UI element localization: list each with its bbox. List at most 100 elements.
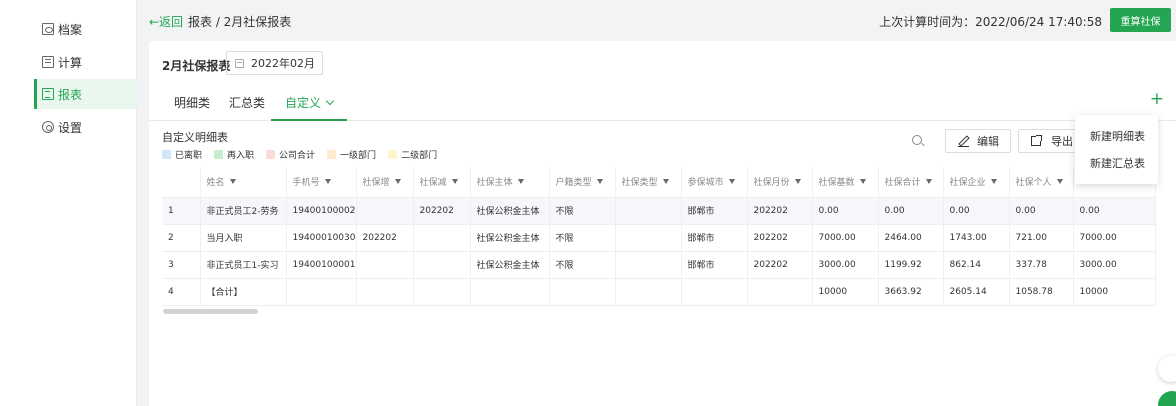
table-cell: [615, 277, 682, 306]
sort-caret-icon: [794, 179, 801, 185]
table-cell: 3000.00: [1073, 250, 1156, 278]
table-cell: 3: [162, 250, 201, 278]
column-header[interactable]: 社保月份: [747, 167, 813, 197]
legend-swatch: [327, 150, 337, 159]
table-cell: 社保公积金主体: [470, 223, 550, 251]
last-calc-time: 上次计算时间为：2022/06/24 17:40:58: [879, 15, 1102, 29]
custom-report-table: 姓名 手机号 社保增 社保减 社保主体 户籍类型 社保类型 参保城市 社保月份 …: [162, 167, 1156, 306]
month-picker[interactable]: 2022年02月: [226, 51, 323, 75]
column-header[interactable]: 社保合计: [878, 167, 944, 197]
sidebar-item-label: 设置: [58, 120, 83, 135]
table-cell: [356, 277, 414, 306]
table-cell: 2: [162, 223, 201, 251]
column-header[interactable]: 社保企业: [943, 167, 1010, 197]
sidebar-item-label: 档案: [58, 22, 83, 37]
table-cell: [615, 223, 682, 251]
column-header[interactable]: 参保城市: [681, 167, 748, 197]
table-cell: 1: [162, 196, 201, 224]
recalculate-button[interactable]: 重算社保: [1110, 8, 1171, 32]
sidebar-item-settings[interactable]: 设置: [34, 112, 137, 142]
legend-label: 一级部门: [340, 151, 377, 161]
column-header[interactable]: 社保类型: [615, 167, 682, 197]
gear-icon: [42, 121, 54, 133]
table-cell: 1743.00: [943, 223, 1010, 251]
sort-caret-icon: [925, 179, 932, 185]
tab-summary[interactable]: 汇总类: [229, 94, 265, 121]
tab-custom[interactable]: 自定义: [271, 94, 348, 121]
table-cell: 19400100002: [286, 196, 357, 224]
column-header[interactable]: 社保个人: [1009, 167, 1074, 197]
sort-caret-icon: [394, 179, 401, 185]
table-cell: 19400100001: [286, 250, 357, 278]
add-icon[interactable]: +: [1150, 91, 1164, 108]
table-cell: 邯郸市: [681, 250, 748, 278]
chevron-down-icon: [325, 96, 335, 106]
table-cell: 0.00: [812, 196, 879, 224]
table-cell: [286, 277, 357, 306]
calculator-icon: [42, 56, 54, 68]
table-cell: 不限: [549, 223, 616, 251]
export-icon: [1031, 135, 1042, 146]
table-cell: 1199.92: [878, 250, 944, 278]
table-cell: 202202: [356, 223, 414, 251]
table-cell: 202202: [413, 196, 471, 224]
table-cell: 202202: [747, 223, 813, 251]
horizontal-scrollbar[interactable]: [163, 309, 258, 314]
back-link[interactable]: ←返回: [149, 13, 183, 30]
legend-swatch: [162, 150, 171, 159]
table-cell: 19400010030: [286, 223, 357, 251]
new-table-dropdown: 新建明细表 新建汇总表: [1075, 115, 1158, 184]
table-cell: 社保公积金主体: [470, 196, 550, 224]
tab-detail[interactable]: 明细类: [174, 94, 210, 121]
table-cell: 4: [162, 277, 201, 306]
sidebar: 档案 计算 报表 设置: [0, 0, 137, 406]
sort-caret-icon: [859, 179, 866, 185]
column-header[interactable]: 手机号: [286, 167, 357, 197]
table-row[interactable]: 3 非正式员工1-实习 19400100001 社保公积金主体 不限 邯郸市 2…: [162, 250, 1156, 278]
sort-caret-icon: [662, 179, 669, 185]
new-detail-table-item[interactable]: 新建明细表: [1075, 123, 1158, 150]
export-button[interactable]: 导出: [1018, 129, 1078, 153]
table-cell: 10000: [812, 277, 879, 306]
sort-caret-icon: [1056, 179, 1063, 185]
table-cell: [615, 250, 682, 278]
breadcrumb: 报表 / 2月社保报表: [188, 15, 292, 29]
table-cell: [413, 223, 471, 251]
sidebar-item-report[interactable]: 报表: [34, 79, 137, 109]
new-summary-table-item[interactable]: 新建汇总表: [1075, 150, 1158, 177]
sidebar-item-calculate[interactable]: 计算: [34, 47, 137, 77]
table-row-total[interactable]: 4 【合计】 10000 3663.92 2605.14 1058.78 100…: [162, 277, 1156, 306]
column-header[interactable]: 社保减: [413, 167, 471, 197]
edit-button[interactable]: 编辑: [945, 129, 1011, 153]
section-title: 自定义明细表: [162, 131, 228, 144]
column-header[interactable]: 姓名: [200, 167, 287, 197]
table-cell: 2605.14: [943, 277, 1010, 306]
table-cell: 【合计】: [200, 277, 287, 306]
table-row[interactable]: 1 非正式员工2-劳务 19400100002 202202 社保公积金主体 不…: [162, 196, 1156, 224]
table-cell: [747, 277, 813, 306]
table-cell: [356, 250, 414, 278]
table-cell: 0.00: [1073, 196, 1156, 224]
table-cell: 862.14: [943, 250, 1010, 278]
table-row[interactable]: 2 当月入职 19400010030 202202 社保公积金主体 不限 邯郸市…: [162, 223, 1156, 251]
legend-item: 公司合计: [266, 148, 315, 161]
table-cell: 1058.78: [1009, 277, 1074, 306]
search-icon[interactable]: [912, 135, 922, 145]
table-cell: 不限: [549, 250, 616, 278]
column-header[interactable]: 社保主体: [470, 167, 550, 197]
table-cell: 7000.00: [812, 223, 879, 251]
table-cell: 337.78: [1009, 250, 1074, 278]
table-cell: 当月入职: [200, 223, 287, 251]
topbar: ←返回 报表 / 2月社保报表 上次计算时间为：2022/06/24 17:40…: [138, 0, 1176, 40]
report-title: 2月社保报表: [162, 59, 231, 73]
sidebar-item-archive[interactable]: 档案: [34, 14, 137, 44]
tab-label: 自定义: [285, 96, 322, 110]
sidebar-item-label: 计算: [58, 55, 83, 70]
calendar-icon: [235, 58, 244, 68]
column-header[interactable]: 户籍类型: [549, 167, 616, 197]
column-header[interactable]: 社保基数: [812, 167, 879, 197]
table-cell: 0.00: [943, 196, 1010, 224]
column-header[interactable]: 社保增: [356, 167, 414, 197]
table-cell: [470, 277, 550, 306]
legend: 已离职 再入职 公司合计 一级部门 二级部门: [162, 148, 449, 161]
